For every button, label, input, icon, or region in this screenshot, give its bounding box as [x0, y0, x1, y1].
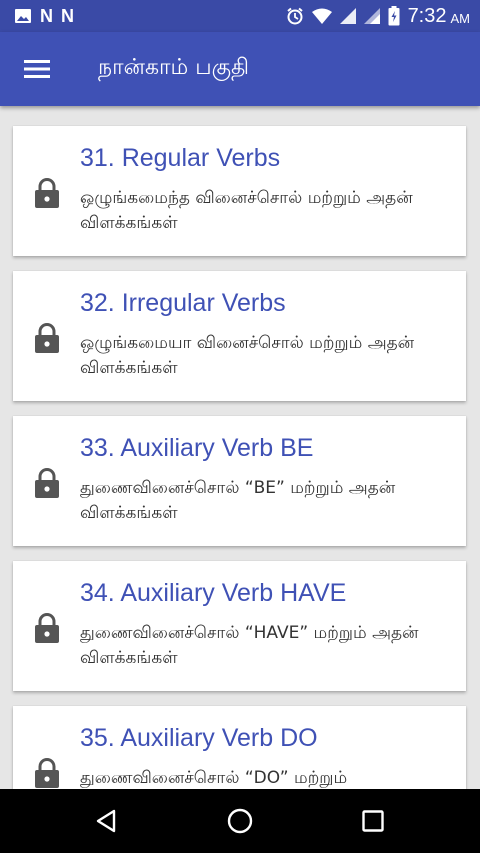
navigation-bar	[0, 789, 480, 853]
clock-ampm: AM	[450, 10, 471, 26]
recents-icon	[362, 810, 385, 832]
signal-icon	[339, 8, 356, 24]
lock-icon	[35, 323, 59, 353]
lesson-title: 31. Regular Verbs	[80, 144, 281, 172]
back-icon	[96, 809, 115, 833]
alarm-icon	[286, 7, 303, 25]
lesson-card[interactable]: 31. Regular Verbs ஒழுங்கமைந்த வினைச்சொல்…	[13, 126, 466, 256]
lock-icon	[35, 613, 59, 643]
n-icon: N	[40, 6, 53, 26]
lesson-title: 35. Auxiliary Verb DO	[80, 724, 318, 752]
n-icon: N	[61, 6, 74, 26]
app-bar: நான்காம் பகுதி	[0, 32, 480, 106]
menu-button[interactable]	[0, 32, 74, 106]
lock-icon	[35, 468, 59, 498]
lesson-card[interactable]: 34. Auxiliary Verb HAVE துணைவினைச்சொல் “…	[13, 561, 466, 691]
notification-area: N N	[14, 7, 74, 25]
back-button[interactable]	[77, 791, 137, 851]
system-icons: 7:32 AM	[286, 5, 470, 28]
lesson-title: 32. Irregular Verbs	[80, 289, 286, 317]
home-icon	[227, 808, 253, 834]
lesson-title: 34. Auxiliary Verb HAVE	[80, 579, 347, 607]
battery-charging-icon	[388, 6, 400, 26]
page-title: நான்காம் பகுதி	[98, 55, 250, 80]
hamburger-menu-icon	[24, 60, 50, 78]
lesson-subtitle: ஒழுங்கமையா வினைச்சொல் மற்றும் அதன் விளக்…	[80, 333, 415, 378]
lesson-card[interactable]: 35. Auxiliary Verb DO துணைவினைச்சொல் “DO…	[13, 706, 466, 789]
lesson-subtitle: ஒழுங்கமைந்த வினைச்சொல் மற்றும் அதன் விளக…	[80, 188, 413, 233]
wifi-icon	[311, 8, 332, 24]
signal-icon	[363, 8, 380, 24]
lesson-list[interactable]: 31. Regular Verbs ஒழுங்கமைந்த வினைச்சொல்…	[0, 106, 480, 789]
lesson-subtitle: துணைவினைச்சொல் “DO” மற்றும்	[80, 768, 348, 788]
lesson-title: 33. Auxiliary Verb BE	[80, 434, 314, 462]
lock-icon	[35, 758, 59, 788]
clock-time: 7:32	[407, 4, 447, 27]
home-button[interactable]	[210, 791, 270, 851]
status-bar: N N 7:32 AM	[0, 0, 480, 32]
lesson-subtitle: துணைவினைச்சொல் “BE” மற்றும் அதன் விளக்கங…	[80, 478, 396, 523]
gallery-icon	[15, 9, 31, 23]
recents-button[interactable]	[343, 791, 403, 851]
lesson-subtitle: துணைவினைச்சொல் “HAVE” மற்றும் அதன் விளக்…	[80, 623, 419, 668]
lesson-card[interactable]: 33. Auxiliary Verb BE துணைவினைச்சொல் “BE…	[13, 416, 466, 546]
lesson-card[interactable]: 32. Irregular Verbs ஒழுங்கமையா வினைச்சொல…	[13, 271, 466, 401]
lock-icon	[35, 178, 59, 208]
